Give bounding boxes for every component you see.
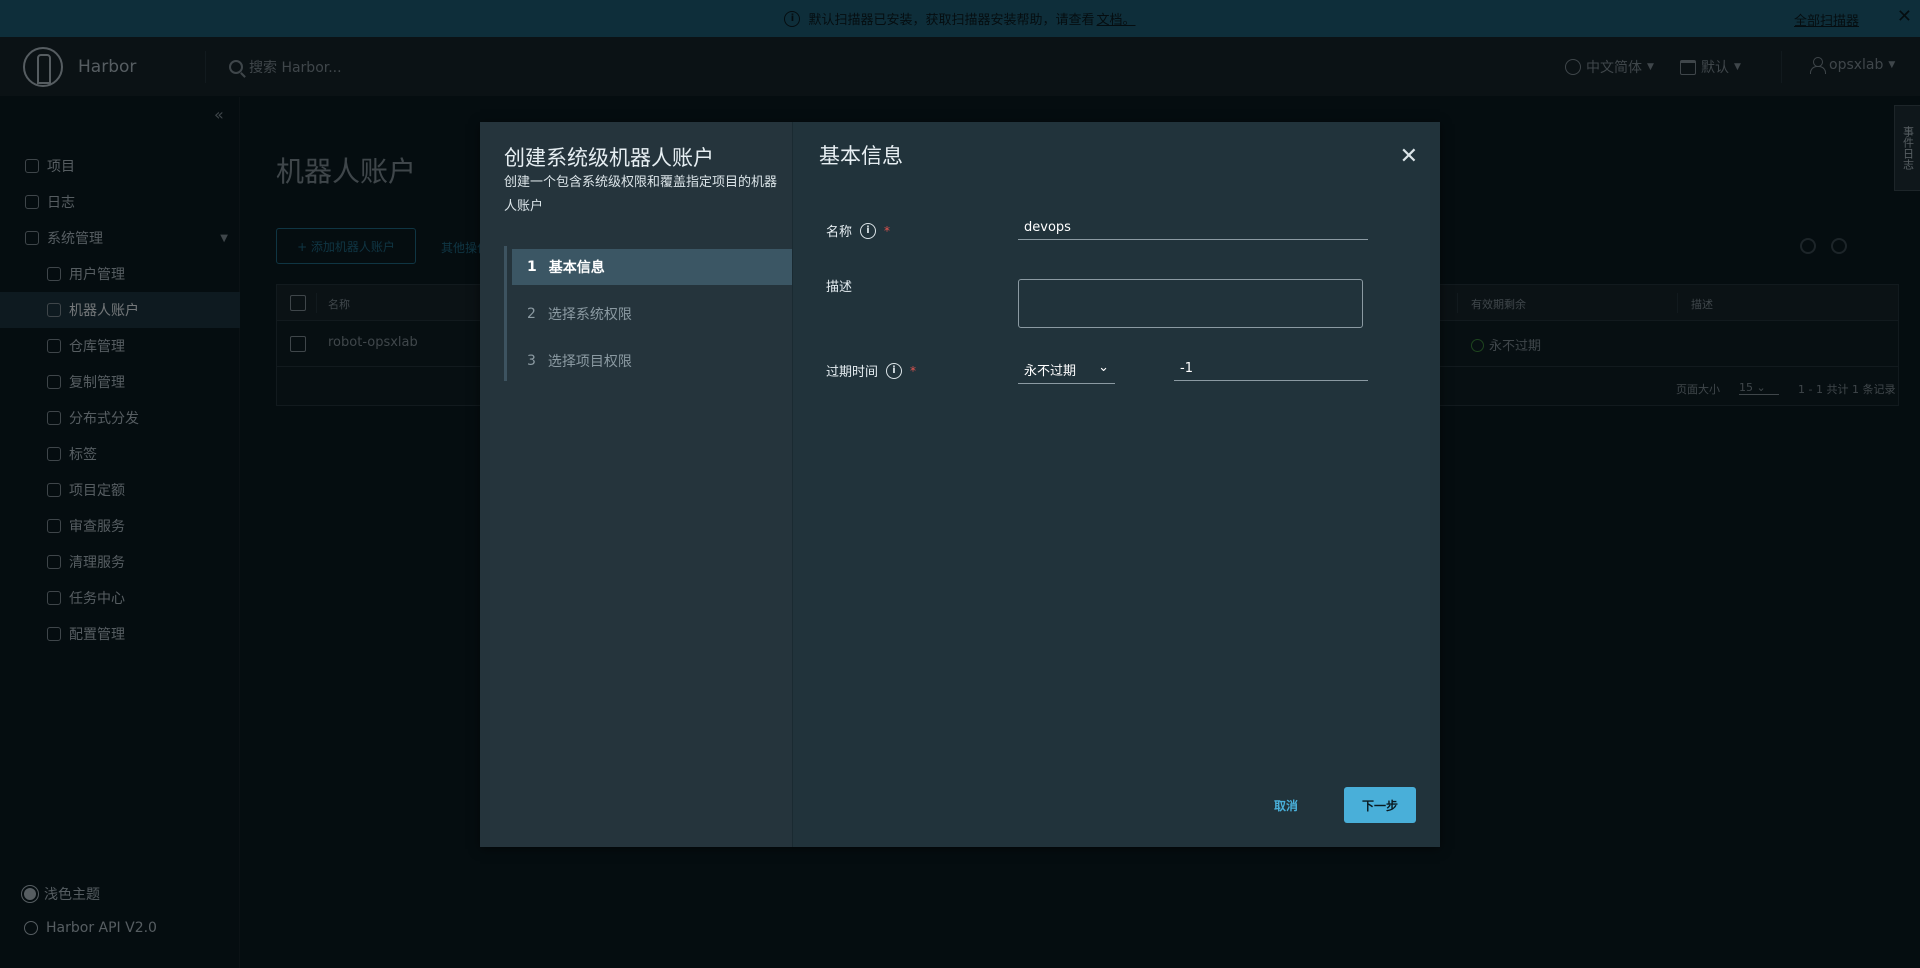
next-button[interactable]: 下一步 xyxy=(1344,787,1416,823)
create-robot-modal: 创建系统级机器人账户 创建一个包含系统级权限和覆盖指定项目的机器人账户 1 基本信… xyxy=(480,122,1440,847)
step-number: 3 xyxy=(527,353,536,369)
required-marker: * xyxy=(884,223,891,238)
cancel-button[interactable]: 取消 xyxy=(1274,797,1298,814)
modal-title: 创建系统级机器人账户 xyxy=(504,146,714,170)
description-textarea[interactable] xyxy=(1018,279,1363,328)
expiration-select[interactable]: 永不过期 ⌄ xyxy=(1018,360,1115,384)
wizard-content: 基本信息 ✕ 名称 i * devops 描述 过期时间 i * 永不过期 ⌄ … xyxy=(792,122,1440,847)
description-field-label: 描述 xyxy=(826,276,852,295)
expiration-select-value: 永不过期 xyxy=(1024,364,1077,379)
close-icon[interactable]: ✕ xyxy=(1400,144,1418,169)
wizard-nav: 创建系统级机器人账户 创建一个包含系统级权限和覆盖指定项目的机器人账户 1 基本信… xyxy=(480,122,792,847)
name-input[interactable]: devops xyxy=(1018,220,1368,240)
chevron-down-icon: ⌄ xyxy=(1098,360,1109,375)
expiration-label-text: 过期时间 xyxy=(826,365,879,380)
step-system-permissions[interactable]: 2 选择系统权限 xyxy=(512,296,792,332)
section-title: 基本信息 xyxy=(819,144,903,168)
expiration-days-input[interactable]: -1 xyxy=(1174,361,1368,381)
step-basic-info[interactable]: 1 基本信息 xyxy=(512,249,792,285)
step-label: 选择系统权限 xyxy=(547,307,632,323)
description-label-text: 描述 xyxy=(826,280,853,295)
name-label-text: 名称 xyxy=(826,225,853,240)
info-icon[interactable]: i xyxy=(886,362,903,379)
step-number: 2 xyxy=(527,306,536,322)
wizard-steps: 1 基本信息 2 选择系统权限 3 选择项目权限 xyxy=(504,246,792,381)
modal-description: 创建一个包含系统级权限和覆盖指定项目的机器人账户 xyxy=(504,175,778,214)
required-marker: * xyxy=(910,363,917,378)
step-label: 选择项目权限 xyxy=(547,354,632,370)
name-field-label: 名称 i * xyxy=(826,221,890,240)
step-number: 1 xyxy=(527,259,537,275)
info-icon[interactable]: i xyxy=(860,222,877,239)
step-project-permissions[interactable]: 3 选择项目权限 xyxy=(512,343,792,379)
expiration-field-label: 过期时间 i * xyxy=(826,361,916,380)
step-label: 基本信息 xyxy=(548,260,605,276)
